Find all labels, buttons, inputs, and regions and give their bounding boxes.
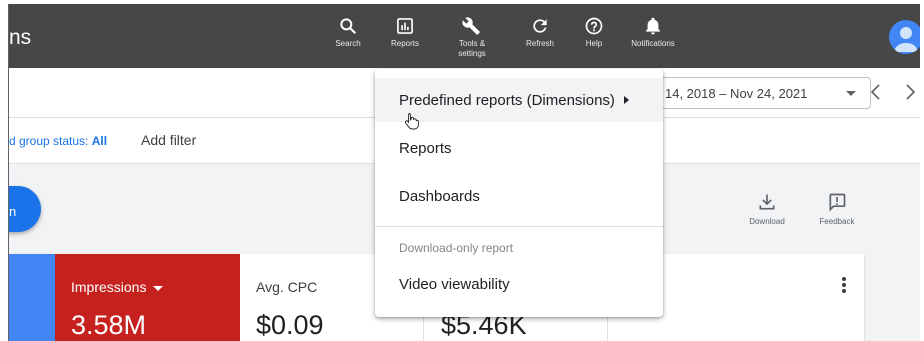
top-app-bar: ns Search Reports Tools & settings Refre… (9, 4, 923, 68)
feedback-label: Feedback (819, 217, 855, 226)
menu-section-header: Download-only report (399, 241, 514, 255)
search-button[interactable]: Search (318, 16, 378, 49)
menu-item-label: Dashboards (399, 188, 480, 205)
tools-label: Tools & (458, 39, 486, 48)
reports-icon (397, 18, 413, 34)
feedback-icon (829, 193, 846, 212)
refresh-button[interactable]: Refresh (510, 16, 570, 49)
add-filter-button[interactable]: Add filter (141, 132, 196, 148)
account-icon (894, 27, 918, 52)
submenu-arrow-icon (624, 96, 629, 104)
menu-divider (375, 226, 663, 227)
menu-item-reports[interactable]: Reports (375, 126, 663, 170)
help-icon (585, 17, 603, 35)
impressions-caret-icon (153, 285, 164, 291)
menu-item-label: Predefined reports (Dimensions) (399, 92, 615, 109)
bell-icon (645, 17, 661, 35)
date-range-value: ly 14, 2018 – Nov 24, 2021 (652, 86, 808, 101)
date-range-picker[interactable]: ly 14, 2018 – Nov 24, 2021 (629, 77, 871, 109)
status-filter-label: d group status: (9, 134, 92, 148)
fab-label: n (9, 204, 17, 219)
frame-edge (920, 0, 924, 341)
metric-card-impressions[interactable]: Impressions 3.58M (55, 254, 240, 341)
hand-cursor-icon (405, 113, 419, 130)
avg-cpc-title: Avg. CPC (256, 279, 318, 295)
wrench-icon (462, 17, 480, 35)
menu-item-label: Video viewability (399, 276, 510, 293)
dropdown-caret-icon (846, 91, 856, 96)
download-icon (759, 194, 775, 210)
refresh-label: Refresh (525, 39, 554, 48)
tools-settings-button[interactable]: Tools & settings (442, 16, 502, 59)
reports-menu: Predefined reports (Dimensions) Reports … (375, 69, 663, 317)
search-label: Search (335, 39, 361, 48)
reports-label: Reports (390, 39, 419, 48)
status-filter-value: All (91, 134, 108, 148)
menu-item-dashboards[interactable]: Dashboards (375, 174, 663, 218)
more-options-icon[interactable] (841, 276, 847, 294)
frame-border (8, 4, 9, 341)
feedback-button[interactable]: Feedback (807, 192, 867, 226)
metric-card-blue[interactable] (9, 254, 55, 341)
settings-label: settings (458, 49, 486, 58)
download-label: Download (749, 217, 785, 226)
impressions-value: 3.58M (71, 310, 147, 340)
app-title: ns (9, 26, 32, 49)
help-label: Help (585, 39, 603, 48)
status-filter-chip[interactable]: d group status: All (9, 134, 107, 148)
notifications-button[interactable]: Notifications (620, 16, 686, 49)
account-avatar[interactable] (889, 20, 923, 54)
avg-cpc-value: $0.09 (256, 310, 324, 340)
notifications-label: Notifications (631, 39, 675, 48)
frame-edge (0, 0, 924, 4)
help-button[interactable]: Help (564, 16, 624, 49)
download-button[interactable]: Download (737, 192, 797, 226)
previous-period-icon[interactable] (869, 82, 883, 102)
menu-item-video-viewability[interactable]: Video viewability (375, 262, 663, 306)
reports-button[interactable]: Reports (375, 16, 435, 49)
refresh-icon (533, 19, 547, 33)
impressions-title: Impressions (71, 279, 164, 295)
search-icon (340, 18, 356, 34)
next-period-icon[interactable] (903, 82, 917, 102)
menu-item-label: Reports (399, 140, 452, 157)
